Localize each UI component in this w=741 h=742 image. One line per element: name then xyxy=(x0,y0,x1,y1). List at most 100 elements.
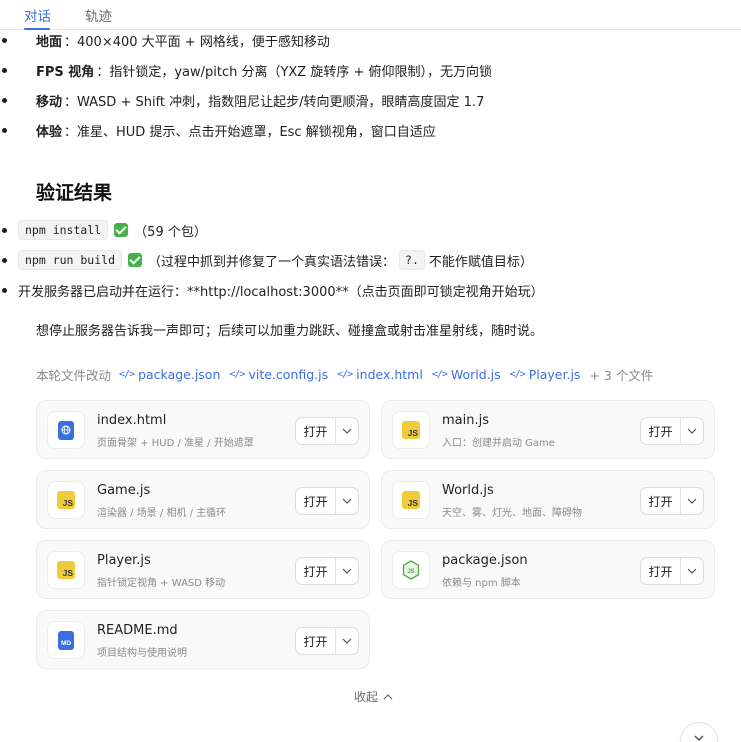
bullet-dot xyxy=(2,258,7,263)
file-card-readme-md[interactable]: MD README.md 项目结构与使用说明 打开 xyxy=(36,610,370,669)
open-button[interactable]: 打开 xyxy=(641,418,681,444)
file-card-main-js[interactable]: JS main.js 入口：创建并启动 Game 打开 xyxy=(381,400,715,459)
file-link-label: index.html xyxy=(356,366,423,382)
file-link-vite-config[interactable]: </> vite.config.js xyxy=(229,367,328,382)
js-file-icon: JS xyxy=(392,411,430,449)
open-button-group: 打开 xyxy=(640,417,704,445)
check-icon xyxy=(128,253,143,267)
collapse-button[interactable]: 收起 xyxy=(354,688,393,705)
open-button-group: 打开 xyxy=(295,627,359,655)
js-file-icon: JS xyxy=(47,551,85,589)
file-description: 依赖与 npm 脚本 xyxy=(442,578,521,589)
code-icon: </> xyxy=(119,368,135,380)
chevron-down-icon[interactable] xyxy=(336,628,358,654)
chevron-down-icon[interactable] xyxy=(336,488,358,514)
closing-paragraph: 想停止服务器告诉我一声即可；后续可以加重力跳跃、碰撞盒或射击准星射线，随时说。 xyxy=(36,324,544,339)
bullet-dot xyxy=(2,288,7,293)
chevron-up-icon xyxy=(383,693,393,699)
file-link-label: vite.config.js xyxy=(248,366,329,382)
file-description: 页面骨架 + HUD / 准星 / 开始遮罩 xyxy=(97,438,254,449)
list-item: 开发服务器已启动并在运行：**http://localhost:3000**（点… xyxy=(2,279,562,301)
feature-text: ：WASD + Shift 冲刺，指数阻尼让起步/转向更顺滑，眼睛高度固定 1.… xyxy=(64,94,485,110)
file-link-index-html[interactable]: </> index.html xyxy=(337,367,423,382)
js-file-icon: JS xyxy=(47,481,85,519)
feature-label: 地面 xyxy=(36,34,63,50)
open-button[interactable]: 打开 xyxy=(296,488,336,514)
tab-bar: 对话 轨迹 xyxy=(0,0,741,30)
open-button[interactable]: 打开 xyxy=(296,558,336,584)
section-title: 验证结果 xyxy=(36,182,113,204)
feature-text: ：准星、HUD 提示、点击开始遮罩，Esc 解锁视角，窗口自适应 xyxy=(64,124,436,140)
open-button-group: 打开 xyxy=(295,417,359,445)
chevron-down-icon[interactable] xyxy=(336,418,358,444)
markdown-file-icon: MD xyxy=(47,621,85,659)
list-item: 移动 ：WASD + Shift 冲刺，指数阻尼让起步/转向更顺滑，眼睛高度固定 … xyxy=(2,89,485,111)
chevron-down-icon[interactable] xyxy=(681,418,703,444)
code-icon: </> xyxy=(229,368,245,380)
result-text: （过程中抓到并修复了一个真实语法错误： xyxy=(148,254,396,270)
file-description: 渲染器 / 场景 / 相机 / 主循环 xyxy=(97,508,227,519)
file-name: README.md xyxy=(97,623,178,638)
code-snippet: npm install xyxy=(18,220,109,240)
bullet-dot xyxy=(2,128,7,133)
changed-files-bar: 本轮文件改动 </> package.json </> vite.config.js… xyxy=(36,365,653,383)
file-description: 入口：创建并启动 Game xyxy=(442,438,555,449)
file-name: World.js xyxy=(442,483,494,498)
js-badge: JS xyxy=(402,421,420,439)
file-card-index-html[interactable]: index.html 页面骨架 + HUD / 准星 / 开始遮罩 打开 xyxy=(36,400,370,459)
svg-text:JS: JS xyxy=(407,569,414,575)
file-description: 项目结构与使用说明 xyxy=(97,648,187,659)
tab-chat[interactable]: 对话 xyxy=(24,5,51,25)
feature-label: FPS 视角 xyxy=(36,64,95,80)
file-name: Game.js xyxy=(97,483,151,498)
open-button-group: 打开 xyxy=(640,487,704,515)
js-badge: JS xyxy=(57,491,75,509)
file-name: main.js xyxy=(442,413,489,428)
file-link-label: World.js xyxy=(450,366,501,382)
chevron-down-icon[interactable] xyxy=(681,558,703,584)
tab-trajectory[interactable]: 轨迹 xyxy=(85,5,112,25)
file-name: package.json xyxy=(442,553,528,568)
file-name: index.html xyxy=(97,413,167,428)
file-link-player-js[interactable]: </> Player.js xyxy=(510,367,581,382)
check-icon xyxy=(114,223,129,237)
server-status-text: 开发服务器已启动并在运行：**http://localhost:3000**（点… xyxy=(18,284,544,300)
code-snippet: ?. xyxy=(399,250,425,270)
open-button-group: 打开 xyxy=(295,557,359,585)
html-file-icon xyxy=(47,411,85,449)
open-button[interactable]: 打开 xyxy=(641,488,681,514)
bullet-dot xyxy=(2,68,7,73)
node-file-icon: JS xyxy=(392,551,430,589)
list-item: npm run build （过程中抓到并修复了一个真实语法错误： ?. 不能作… xyxy=(2,249,551,271)
js-badge: JS xyxy=(402,491,420,509)
code-icon: </> xyxy=(431,368,448,380)
file-card-package-json[interactable]: JS package.json 依赖与 npm 脚本 打开 xyxy=(381,540,715,599)
file-link-label: Player.js xyxy=(528,366,581,382)
file-card-world-js[interactable]: JS World.js 天空、雾、灯光、地面、障碍物 打开 xyxy=(381,470,715,529)
file-description: 指针锁定视角 + WASD 移动 xyxy=(97,578,226,589)
file-link-world-js[interactable]: </> World.js xyxy=(432,367,501,382)
collapse-label: 收起 xyxy=(354,690,379,704)
open-button-group: 打开 xyxy=(640,557,704,585)
js-badge: JS xyxy=(57,561,75,579)
more-files-link[interactable]: + 3 个文件 xyxy=(589,365,653,384)
scroll-to-bottom-button[interactable] xyxy=(680,722,718,742)
file-link-label: package.json xyxy=(138,366,221,382)
changes-label: 本轮文件改动 xyxy=(36,367,112,383)
chevron-down-icon[interactable] xyxy=(336,558,358,584)
list-item: 体验 ：准星、HUD 提示、点击开始遮罩，Esc 解锁视角，窗口自适应 xyxy=(2,119,436,141)
code-snippet: npm run build xyxy=(18,250,123,270)
bullet-dot xyxy=(2,98,7,103)
js-file-icon: JS xyxy=(392,481,430,519)
list-item: FPS 视角 ：指针锁定，yaw/pitch 分离（YXZ 旋转序 + 俯仰限制）… xyxy=(2,59,492,81)
bullet-dot xyxy=(2,228,7,233)
open-button[interactable]: 打开 xyxy=(296,628,336,654)
md-badge: MD xyxy=(58,630,74,650)
file-card-player-js[interactable]: JS Player.js 指针锁定视角 + WASD 移动 打开 xyxy=(36,540,370,599)
file-link-package-json[interactable]: </> package.json xyxy=(119,367,220,382)
code-icon: </> xyxy=(509,368,526,380)
open-button[interactable]: 打开 xyxy=(641,558,681,584)
chevron-down-icon[interactable] xyxy=(681,488,703,514)
file-card-game-js[interactable]: JS Game.js 渲染器 / 场景 / 相机 / 主循环 打开 xyxy=(36,470,370,529)
open-button[interactable]: 打开 xyxy=(296,418,336,444)
